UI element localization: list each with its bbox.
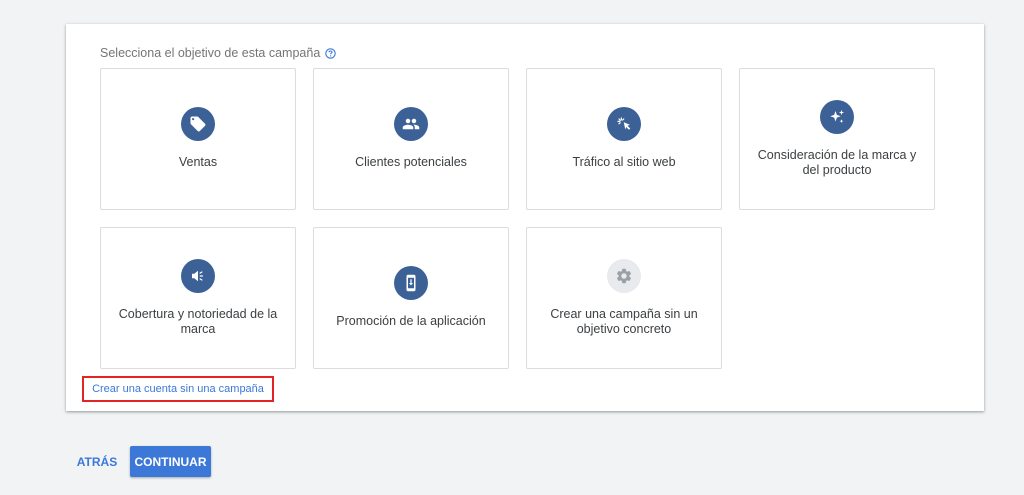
phone-download-icon bbox=[394, 266, 428, 300]
goal-tile-sin-objetivo[interactable]: Crear una campaña sin un objetivo concre… bbox=[526, 227, 722, 369]
goal-tile-consideracion-marca[interactable]: Consideración de la marca y del producto bbox=[739, 68, 935, 210]
goal-tile-label: Cobertura y notoriedad de la marca bbox=[118, 307, 278, 336]
goal-tile-label: Promoción de la aplicación bbox=[336, 314, 486, 328]
goal-tile-label: Tráfico al sitio web bbox=[572, 155, 676, 169]
goal-tile-label: Consideración de la marca y del producto bbox=[757, 148, 917, 177]
goal-prompt-label: Selecciona el objetivo de esta campaña bbox=[100, 46, 321, 60]
tag-icon bbox=[181, 107, 215, 141]
goal-tile-promocion-aplicacion[interactable]: Promoción de la aplicación bbox=[313, 227, 509, 369]
goal-tile-label: Ventas bbox=[178, 155, 218, 169]
back-button[interactable]: ATRÁS bbox=[72, 447, 122, 477]
goal-tile-ventas[interactable]: Ventas bbox=[100, 68, 296, 210]
goal-tile-label: Clientes potenciales bbox=[355, 155, 467, 169]
help-circle-icon[interactable] bbox=[325, 47, 337, 59]
cursor-click-icon bbox=[607, 107, 641, 141]
goal-tile-trafico-sitio-web[interactable]: Tráfico al sitio web bbox=[526, 68, 722, 210]
create-account-link-text[interactable]: Crear una cuenta sin una campaña bbox=[92, 383, 264, 395]
goal-tile-clientes-potenciales[interactable]: Clientes potenciales bbox=[313, 68, 509, 210]
sparkle-icon bbox=[820, 100, 854, 134]
goal-tile-label: Crear una campaña sin un objetivo concre… bbox=[550, 307, 698, 336]
people-icon bbox=[394, 107, 428, 141]
create-account-without-campaign-link[interactable]: Crear una cuenta sin una campaña bbox=[82, 376, 274, 402]
gear-icon bbox=[607, 259, 641, 293]
goal-tile-cobertura-notoriedad[interactable]: Cobertura y notoriedad de la marca bbox=[100, 227, 296, 369]
megaphone-icon bbox=[181, 259, 215, 293]
goal-prompt: Selecciona el objetivo de esta campaña bbox=[100, 46, 337, 60]
continue-button[interactable]: CONTINUAR bbox=[130, 446, 211, 477]
goal-selection-card: Selecciona el objetivo de esta campaña V… bbox=[66, 24, 984, 411]
